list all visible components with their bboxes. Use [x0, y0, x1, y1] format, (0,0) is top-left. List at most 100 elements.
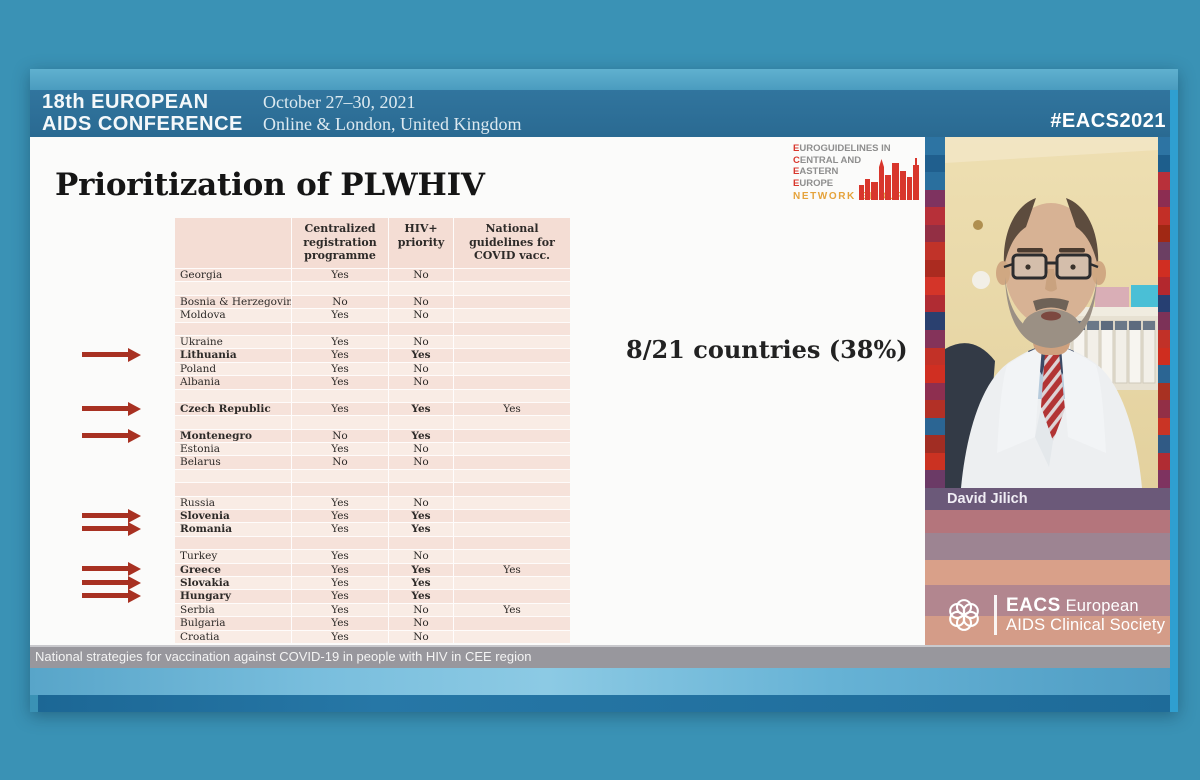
- table-cell-value: No: [388, 309, 453, 321]
- summary-annotation: 8/21 countries (38%): [626, 335, 908, 364]
- mosaic-tile: [925, 348, 945, 366]
- conference-location-line: Online & London, United Kingdom: [263, 114, 521, 136]
- table-cell-value: No: [388, 604, 453, 616]
- conference-hashtag: #EACS2021: [1050, 110, 1166, 133]
- mosaic-tile: [1158, 418, 1170, 436]
- table-row: TurkeyYesNo: [175, 549, 570, 562]
- table-row: HungaryYesYes: [175, 589, 570, 602]
- video-row: [925, 137, 1178, 488]
- table-cell-value: [291, 416, 388, 428]
- table-cell-country: Montenegro: [175, 430, 291, 442]
- table-cell-country: Slovakia: [175, 577, 291, 589]
- table-cell-value: Yes: [291, 336, 388, 348]
- ecee-skyline-icon: [859, 156, 919, 200]
- video-caption-bar: National strategies for vaccination agai…: [30, 645, 1178, 668]
- speaker-name-label: David Jilich: [947, 491, 1028, 507]
- mosaic-tile: [1158, 312, 1170, 330]
- table-cell-country: Greece: [175, 564, 291, 576]
- table-cell-value: No: [388, 363, 453, 375]
- mosaic-tile: [925, 137, 945, 155]
- mosaic-tile: [1158, 260, 1170, 278]
- table-cell-value: [388, 470, 453, 482]
- speaker-video-feed[interactable]: [945, 137, 1158, 488]
- priority-arrow-icon: [82, 526, 128, 531]
- mosaic-tile: [925, 190, 945, 208]
- table-cell-value: [453, 282, 570, 294]
- table-header-cell: HIV+ priority: [388, 218, 453, 268]
- mosaic-tile: [1158, 225, 1170, 243]
- ecee-network-logo: EUROGUIDELINES IN CENTRAL AND EASTERN EU…: [793, 143, 919, 211]
- table-row: [175, 482, 570, 495]
- table-cell-value: No: [388, 497, 453, 509]
- table-cell-value: [453, 390, 570, 402]
- table-cell-value: [453, 336, 570, 348]
- table-cell-value: [453, 430, 570, 442]
- table-row: MoldovaYesNo: [175, 308, 570, 321]
- table-row: [175, 536, 570, 549]
- table-cell-country: Russia: [175, 497, 291, 509]
- table-cell-country: [175, 537, 291, 549]
- ecee-logo-line: EUROGUIDELINES IN: [793, 143, 919, 155]
- eacs-logo-band: EACS European AIDS Clinical Society: [925, 585, 1178, 645]
- table-cell-value: [453, 617, 570, 629]
- color-band: [925, 533, 1178, 560]
- mosaic-tile: [925, 242, 945, 260]
- table-cell-value: Yes: [291, 376, 388, 388]
- mosaic-tile: [1158, 137, 1170, 155]
- table-cell-value: Yes: [291, 510, 388, 522]
- mosaic-tile: [1158, 155, 1170, 173]
- mosaic-tile: [925, 155, 945, 173]
- color-band: [925, 510, 1178, 533]
- table-cell-value: Yes: [388, 564, 453, 576]
- mosaic-tile: [1158, 207, 1170, 225]
- priority-arrow-icon: [82, 566, 128, 571]
- table-cell-value: No: [291, 296, 388, 308]
- table-cell-country: Poland: [175, 363, 291, 375]
- mosaic-tile: [1158, 242, 1170, 260]
- table-cell-value: Yes: [291, 631, 388, 643]
- eacs-logo-separator: [994, 595, 997, 635]
- window-top-strip: [30, 69, 1178, 90]
- conference-header-bar: 18th EUROPEAN AIDS CONFERENCE October 27…: [30, 90, 1178, 137]
- eacs-logo-icon: [943, 594, 985, 636]
- table-cell-country: [175, 390, 291, 402]
- conference-title-line2: AIDS CONFERENCE: [42, 114, 243, 136]
- table-row: Bosnia & HerzegovinaNoNo: [175, 295, 570, 308]
- conference-title: 18th EUROPEAN AIDS CONFERENCE: [42, 92, 243, 135]
- table-cell-value: Yes: [291, 523, 388, 535]
- table-row: AlbaniaYesNo: [175, 375, 570, 388]
- table-row: [175, 469, 570, 482]
- table-cell-value: Yes: [453, 564, 570, 576]
- table-row: UkraineYesNo: [175, 335, 570, 348]
- mosaic-tile: [925, 365, 945, 383]
- table-cell-value: Yes: [388, 349, 453, 361]
- table-cell-value: No: [388, 617, 453, 629]
- table-cell-country: Czech Republic: [175, 403, 291, 415]
- table-cell-value: [388, 483, 453, 495]
- table-cell-value: Yes: [453, 403, 570, 415]
- table-row: GeorgiaYesNo: [175, 268, 570, 281]
- table-cell-value: [388, 416, 453, 428]
- table-cell-value: [453, 631, 570, 643]
- mosaic-tile: [925, 312, 945, 330]
- table-cell-country: [175, 470, 291, 482]
- mosaic-tile: [1158, 453, 1170, 471]
- table-cell-value: [291, 470, 388, 482]
- table-cell-value: [388, 537, 453, 549]
- table-cell-value: No: [291, 456, 388, 468]
- table-cell-value: [291, 537, 388, 549]
- conference-title-line1: 18th EUROPEAN: [42, 92, 243, 114]
- table-cell-value: Yes: [291, 604, 388, 616]
- player-main-area: Prioritization of PLWHIV EUROGUIDELINES …: [30, 137, 1178, 645]
- table-cell-value: [388, 323, 453, 335]
- speaker-name-band: David Jilich: [925, 488, 1178, 510]
- table-row: BelarusNoNo: [175, 455, 570, 468]
- mosaic-tile: [1158, 330, 1170, 348]
- mosaic-tile: [925, 435, 945, 453]
- mosaic-strip-right: [1158, 137, 1170, 488]
- table-row: PolandYesNo: [175, 362, 570, 375]
- table-cell-value: [453, 523, 570, 535]
- table-cell-country: [175, 282, 291, 294]
- table-cell-value: Yes: [291, 590, 388, 602]
- footer-band-dark: [38, 695, 1170, 712]
